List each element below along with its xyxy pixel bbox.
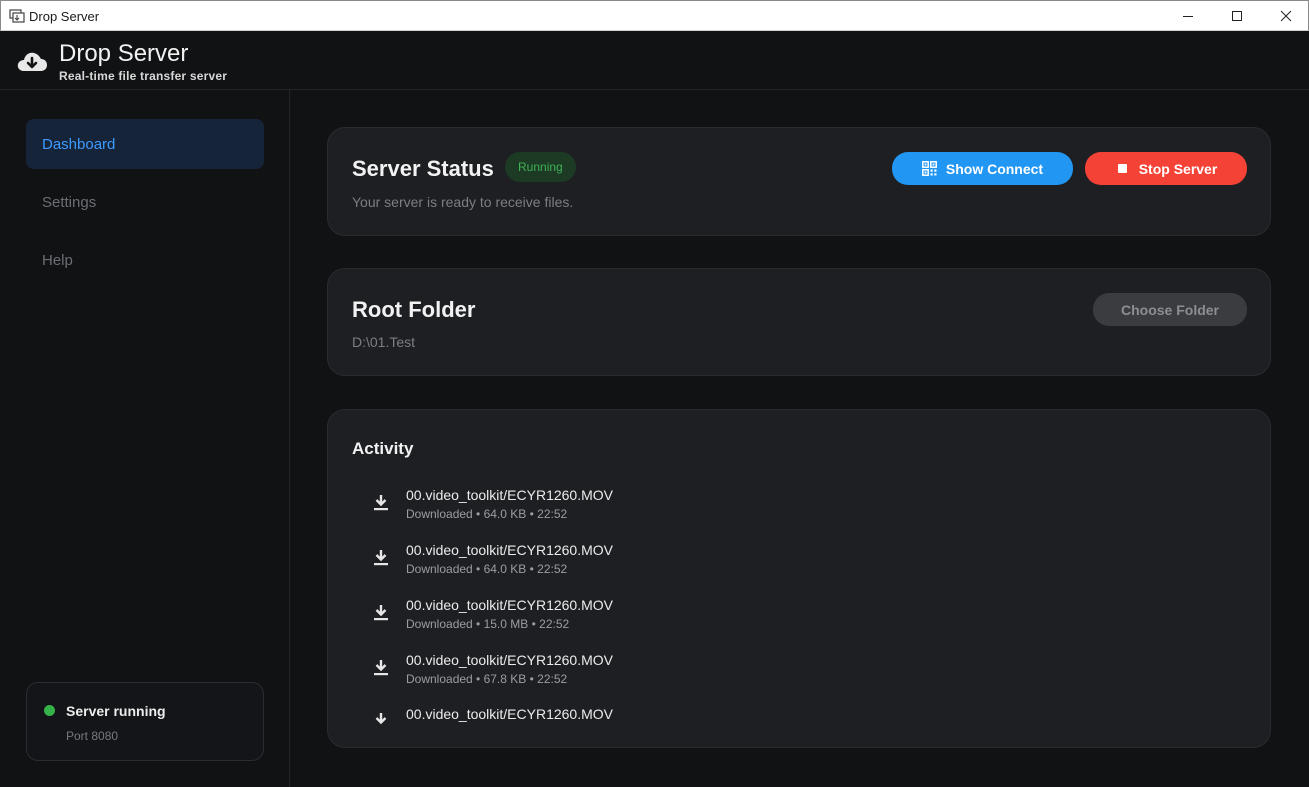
show-connect-label: Show Connect xyxy=(945,160,1044,177)
close-button[interactable] xyxy=(1262,1,1309,31)
server-running-label: Server running xyxy=(66,703,166,719)
maximize-button[interactable] xyxy=(1213,1,1261,31)
activity-file-name: 00.video_toolkit/ECYR1260.MOV xyxy=(406,487,613,503)
choose-folder-button[interactable]: Choose Folder xyxy=(1093,293,1247,326)
root-folder-panel: Root Folder D:\01.Test Choose Folder xyxy=(327,268,1271,376)
status-badge: Running xyxy=(505,152,576,182)
server-status-subtitle: Your server is ready to receive files. xyxy=(352,194,574,210)
list-item: 00.video_toolkit/ECYR1260.MOV Downloaded… xyxy=(372,487,1232,531)
activity-file-name: 00.video_toolkit/ECYR1260.MOV xyxy=(406,597,613,613)
minimize-button[interactable] xyxy=(1164,1,1212,31)
maximize-icon xyxy=(1232,11,1242,21)
server-status-panel: Server Status Running Your server is rea… xyxy=(327,127,1271,236)
qr-code-icon xyxy=(921,161,937,176)
list-item: 00.video_toolkit/ECYR1260.MOV Downloaded… xyxy=(372,652,1232,696)
sidebar-item-label: Dashboard xyxy=(42,135,116,153)
activity-meta: Downloaded • 64.0 KB • 22:52 xyxy=(406,507,568,521)
stop-server-button[interactable]: Stop Server xyxy=(1085,152,1247,185)
activity-file-name: 00.video_toolkit/ECYR1260.MOV xyxy=(406,542,613,558)
root-folder-path: D:\01.Test xyxy=(352,334,416,350)
activity-meta: Downloaded • 67.8 KB • 22:52 xyxy=(406,672,568,686)
list-item: 00.video_toolkit/ECYR1260.MOV xyxy=(372,706,1232,736)
show-connect-button[interactable]: Show Connect xyxy=(892,152,1073,185)
activity-file-name: 00.video_toolkit/ECYR1260.MOV xyxy=(406,706,613,722)
download-icon xyxy=(372,603,390,623)
window-titlebar: Drop Server xyxy=(0,0,1309,31)
activity-meta: Downloaded • 64.0 KB • 22:52 xyxy=(406,562,568,576)
root-folder-title: Root Folder xyxy=(352,297,476,322)
minimize-icon xyxy=(1183,16,1193,17)
download-icon xyxy=(372,548,390,568)
stop-icon xyxy=(1117,164,1127,173)
sidebar-item-settings[interactable]: Settings xyxy=(26,177,264,227)
activity-file-name: 00.video_toolkit/ECYR1260.MOV xyxy=(406,652,613,668)
status-indicator-dot xyxy=(44,705,55,716)
download-icon xyxy=(372,711,390,725)
choose-folder-label: Choose Folder xyxy=(1120,301,1219,318)
app-subtitle: Real-time file transfer server xyxy=(59,69,228,83)
activity-title: Activity xyxy=(352,439,414,458)
port-label: Port 8080 xyxy=(66,729,119,743)
server-status-card: Server running Port 8080 xyxy=(26,682,264,761)
app-name: Drop Server xyxy=(59,40,189,67)
app-window-icon xyxy=(9,9,25,23)
activity-panel: Activity 00.video_toolkit/ECYR1260.MOV D… xyxy=(327,409,1271,748)
server-status-title: Server Status xyxy=(352,156,494,181)
sidebar-item-label: Settings xyxy=(42,193,97,211)
app-header: Drop Server Real-time file transfer serv… xyxy=(0,31,1309,90)
stop-server-label: Stop Server xyxy=(1138,160,1218,177)
window-title: Drop Server xyxy=(29,9,100,24)
download-icon xyxy=(372,658,390,678)
sidebar: Dashboard Settings Help Server running P… xyxy=(0,90,290,787)
sidebar-item-label: Help xyxy=(42,251,73,269)
list-item: 00.video_toolkit/ECYR1260.MOV Downloaded… xyxy=(372,597,1232,641)
close-icon xyxy=(1280,10,1292,22)
sidebar-item-dashboard[interactable]: Dashboard xyxy=(26,119,264,169)
cloud-download-icon xyxy=(16,47,48,75)
sidebar-item-help[interactable]: Help xyxy=(26,235,264,285)
download-icon xyxy=(372,493,390,513)
activity-meta: Downloaded • 15.0 MB • 22:52 xyxy=(406,617,570,631)
list-item: 00.video_toolkit/ECYR1260.MOV Downloaded… xyxy=(372,542,1232,586)
